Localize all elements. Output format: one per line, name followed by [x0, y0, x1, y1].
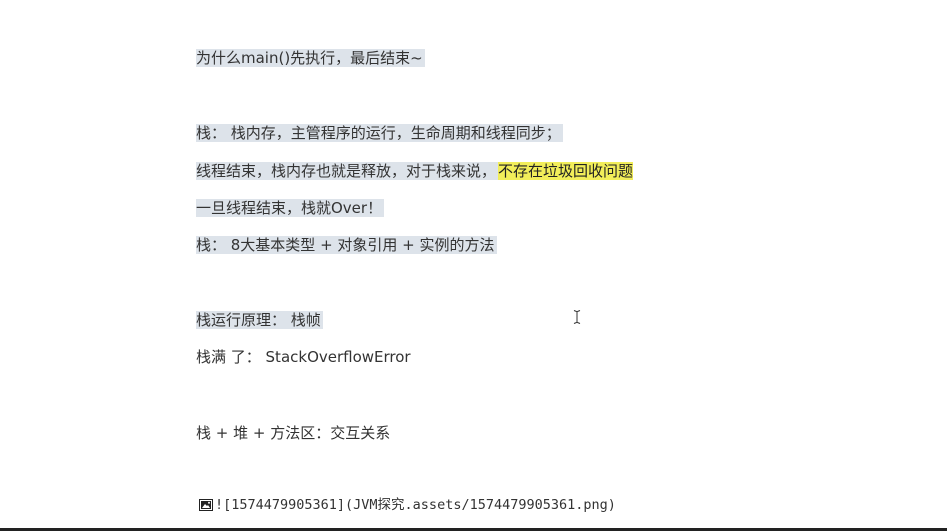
paragraph-text: 栈满 了： StackOverflowError [196, 348, 411, 366]
text-line-stack-over[interactable]: 一旦线程结束，栈就Over！ [196, 197, 385, 219]
image-markdown-line[interactable]: ![1574479905361](JVM探究.assets/1574479905… [199, 494, 616, 516]
selected-text: 栈运行原理： 栈帧 [196, 311, 323, 329]
text-line-stack-definition[interactable]: 栈： 栈内存，主管程序的运行，生命周期和线程同步； [196, 122, 563, 144]
selected-text: 为什么main()先执行，最后结束~ [196, 49, 425, 67]
image-markdown-text: ![1574479905361](JVM探究.assets/1574479905… [215, 497, 616, 513]
text-line-thread-end[interactable]: 线程结束，栈内存也就是释放，对于栈来说， 不存在垃圾回收问题 [196, 160, 634, 182]
selected-text: 栈： 8大基本类型 + 对象引用 + 实例的方法 [196, 236, 497, 254]
selected-text: 一旦线程结束，栈就Over！ [196, 199, 385, 217]
selected-text: 线程结束，栈内存也就是释放，对于栈来说， [196, 162, 499, 180]
selected-text: 栈： 栈内存，主管程序的运行，生命周期和线程同步； [196, 124, 563, 142]
text-line-stack-overflow[interactable]: 栈满 了： StackOverflowError [196, 346, 411, 368]
editor-document[interactable]: 为什么main()先执行，最后结束~ 栈： 栈内存，主管程序的运行，生命周期和线… [0, 0, 947, 531]
text-line-interaction[interactable]: 栈 + 堆 + 方法区：交互关系 [196, 422, 390, 444]
text-line-stack-principle[interactable]: 栈运行原理： 栈帧 [196, 309, 323, 331]
highlighted-text: 不存在垃圾回收问题 [498, 162, 634, 180]
text-line-main-question[interactable]: 为什么main()先执行，最后结束~ [196, 47, 425, 69]
i-beam-cursor-icon [573, 309, 581, 325]
paragraph-text: 栈 + 堆 + 方法区：交互关系 [196, 424, 391, 442]
text-line-stack-contents[interactable]: 栈： 8大基本类型 + 对象引用 + 实例的方法 [196, 234, 497, 256]
broken-image-icon [199, 499, 213, 511]
